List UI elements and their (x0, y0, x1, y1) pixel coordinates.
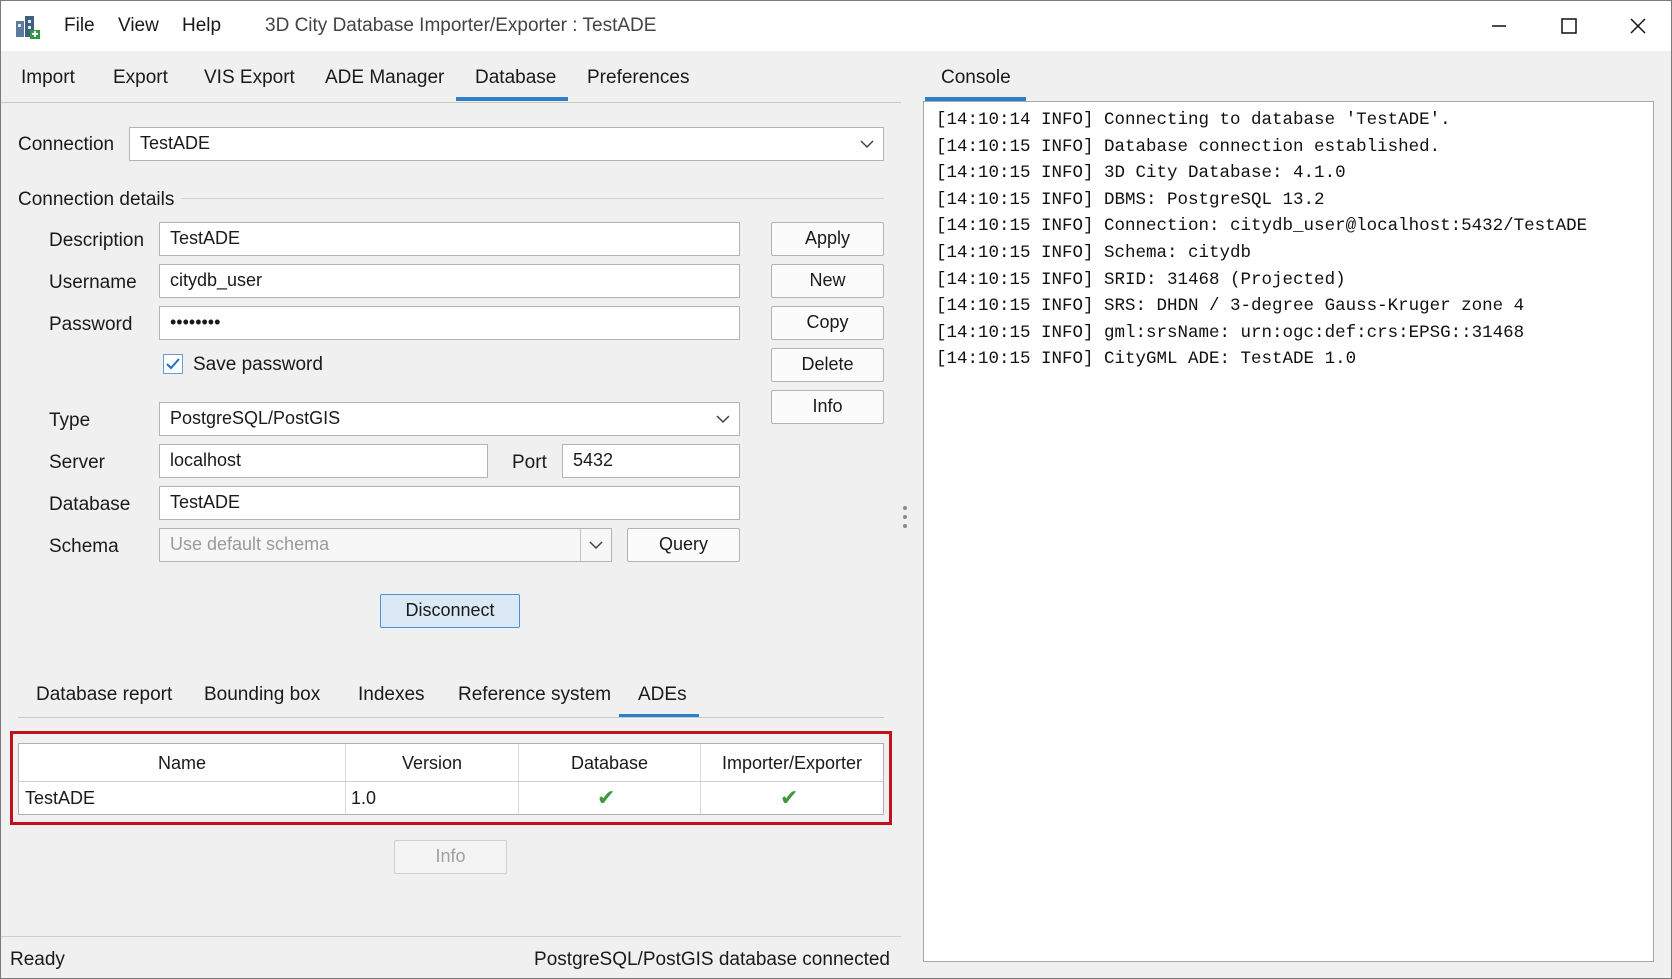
password-label: Password (49, 314, 133, 335)
server-field[interactable]: localhost (159, 444, 488, 478)
maximize-button[interactable] (1538, 1, 1600, 51)
connection-details-title: Connection details (18, 189, 175, 210)
minimize-button[interactable] (1468, 1, 1530, 51)
connection-value: TestADE (140, 133, 211, 153)
active-tab-indicator (456, 97, 568, 101)
cell-ade-name[interactable]: TestADE (25, 782, 95, 814)
console-line: [14:10:15 INFO] 3D City Database: 4.1.0 (936, 163, 1346, 184)
console-line: [14:10:15 INFO] SRID: 31468 (Projected) (936, 269, 1346, 290)
subtab-bounding-box[interactable]: Bounding box (204, 684, 320, 706)
window-title: 3D City Database Importer/Exporter : Tes… (265, 15, 657, 36)
checkmark-icon (166, 358, 180, 370)
status-bar-divider (1, 936, 901, 937)
details-separator (181, 198, 884, 199)
chevron-down-icon (589, 541, 603, 550)
menu-file[interactable]: File (64, 15, 95, 37)
subtab-reference-system[interactable]: Reference system (458, 684, 611, 706)
save-password-checkbox[interactable] (163, 354, 183, 374)
tab-import[interactable]: Import (21, 67, 75, 89)
column-header-version[interactable]: Version (346, 744, 518, 782)
menu-help[interactable]: Help (182, 15, 221, 37)
tab-ade-manager[interactable]: ADE Manager (325, 67, 444, 89)
main-window: File View Help 3D City Database Importer… (0, 0, 1672, 979)
close-button[interactable] (1607, 1, 1669, 51)
apply-button[interactable]: Apply (771, 222, 884, 256)
subtab-divider (18, 717, 884, 718)
maximize-icon (1561, 18, 1577, 34)
type-select[interactable]: PostgreSQL/PostGIS (159, 402, 740, 436)
password-field[interactable]: •••••••• (159, 306, 740, 340)
close-icon (1630, 18, 1646, 34)
info-button[interactable]: Info (771, 390, 884, 424)
type-value: PostgreSQL/PostGIS (170, 408, 341, 428)
chevron-down-icon (860, 140, 874, 149)
server-label: Server (49, 452, 105, 473)
username-field[interactable]: citydb_user (159, 264, 740, 298)
subtab-ades[interactable]: ADEs (638, 684, 687, 706)
schema-select[interactable]: Use default schema (159, 528, 612, 562)
ade-table[interactable]: Name Version Database Importer/Exporter … (18, 743, 884, 815)
type-label: Type (49, 410, 91, 431)
schema-label: Schema (49, 536, 119, 557)
tab-database[interactable]: Database (475, 67, 556, 89)
tab-console[interactable]: Console (941, 67, 1011, 89)
tab-preferences[interactable]: Preferences (587, 67, 689, 89)
port-label: Port (512, 452, 547, 473)
save-password-label: Save password (193, 354, 323, 375)
minimize-icon (1492, 25, 1506, 27)
port-field[interactable]: 5432 (562, 444, 740, 478)
column-header-importer-exporter[interactable]: Importer/Exporter (701, 744, 883, 782)
app-logo-icon (13, 13, 41, 46)
console-line: [14:10:14 INFO] Connecting to database '… (936, 110, 1451, 130)
ade-info-button[interactable]: Info (394, 840, 507, 874)
tab-export[interactable]: Export (113, 67, 168, 89)
delete-button[interactable]: Delete (771, 348, 884, 382)
description-label: Description (49, 230, 145, 251)
copy-button[interactable]: Copy (771, 306, 884, 340)
username-label: Username (49, 272, 137, 293)
subtab-database-report[interactable]: Database report (36, 684, 172, 706)
connection-status-text: PostgreSQL/PostGIS database connected (534, 949, 890, 970)
console-panel[interactable]: [14:10:14 INFO] Connecting to database '… (923, 101, 1654, 962)
subtab-indexes[interactable]: Indexes (358, 684, 425, 706)
database-field[interactable]: TestADE (159, 486, 740, 520)
connection-select[interactable]: TestADE (129, 127, 884, 161)
console-line: [14:10:15 INFO] DBMS: PostgreSQL 13.2 (936, 189, 1325, 210)
console-line: [14:10:15 INFO] Schema: citydb (936, 242, 1252, 263)
chevron-down-icon (716, 415, 730, 424)
tab-divider (1, 102, 901, 103)
column-header-name[interactable]: Name (19, 744, 345, 782)
status-text: Ready (10, 949, 65, 970)
disconnect-button[interactable]: Disconnect (380, 594, 520, 628)
column-header-database[interactable]: Database (519, 744, 700, 782)
menu-view[interactable]: View (118, 15, 159, 37)
new-button[interactable]: New (771, 264, 884, 298)
tab-vis-export[interactable]: VIS Export (204, 67, 295, 89)
title-bar: File View Help 3D City Database Importer… (1, 1, 1671, 51)
console-line: [14:10:15 INFO] gml:srsName: urn:ogc:def… (936, 322, 1525, 343)
connection-label: Connection (18, 134, 115, 155)
console-line: [14:10:15 INFO] Database connection esta… (936, 136, 1441, 157)
importer-exporter-check-icon: ✔ (780, 785, 799, 810)
console-line: [14:10:15 INFO] CityGML ADE: TestADE 1.0 (936, 349, 1357, 370)
main-tab-bar: Import Export VIS Export ADE Manager Dat… (1, 51, 1671, 103)
database-check-icon: ✔ (597, 785, 616, 810)
schema-placeholder: Use default schema (170, 534, 330, 554)
query-button[interactable]: Query (627, 528, 740, 562)
schema-dropdown-toggle[interactable] (580, 529, 611, 561)
splitter-handle-icon[interactable] (902, 504, 908, 530)
description-field[interactable]: TestADE (159, 222, 740, 256)
console-log: [14:10:14 INFO] Connecting to database '… (936, 107, 1587, 373)
console-line: [14:10:15 INFO] Connection: citydb_user@… (936, 216, 1588, 237)
cell-ade-version[interactable]: 1.0 (351, 782, 376, 814)
database-label: Database (49, 494, 131, 515)
console-line: [14:10:15 INFO] SRS: DHDN / 3-degree Gau… (936, 296, 1525, 317)
